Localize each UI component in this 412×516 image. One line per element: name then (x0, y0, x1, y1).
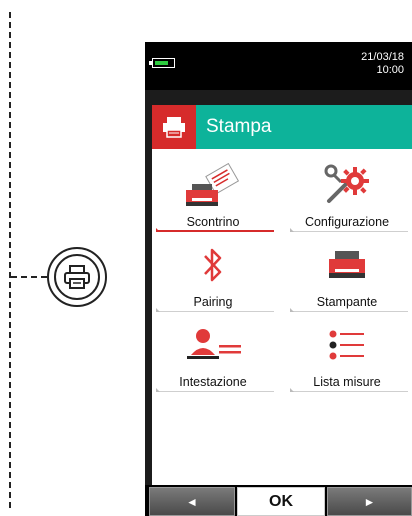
callout-dashed-horizontal-line (11, 276, 47, 278)
list-icon (329, 330, 364, 360)
settings-gear-wrench-icon (324, 164, 369, 203)
menu-item-lista-misure[interactable]: Lista misure (286, 319, 408, 392)
menu-item-configurazione[interactable]: Configurazione (286, 159, 408, 232)
callout-printer-badge (47, 247, 107, 307)
printer-icon (152, 105, 196, 149)
menu-item-label: Lista misure (313, 375, 381, 389)
title-bar: Stampa (152, 105, 412, 149)
arrow-left-icon: ◄ (186, 494, 198, 509)
ok-button[interactable]: OK (237, 487, 325, 516)
softkey-bar: ◄ OK ► (145, 485, 412, 516)
receipt-printer-icon (186, 162, 240, 206)
device-screen: 21/03/18 10:00 Stampa Scontrino Configur… (145, 42, 412, 516)
arrow-right-icon: ► (363, 494, 376, 509)
right-arrow-button[interactable]: ► (327, 487, 412, 516)
printer-icon (329, 251, 365, 278)
status-bar: 21/03/18 10:00 (145, 42, 412, 90)
status-time: 10:00 (376, 64, 404, 76)
callout-dashed-vertical-line (9, 12, 11, 508)
menu-item-label: Configurazione (304, 215, 390, 229)
battery-icon (149, 58, 175, 68)
left-arrow-button[interactable]: ◄ (149, 487, 235, 516)
bluetooth-icon (204, 248, 222, 282)
menu-item-label: Stampante (316, 295, 378, 309)
menu-item-label: Scontrino (186, 215, 240, 229)
menu-item-label: Intestazione (179, 375, 247, 389)
header-person-icon (187, 329, 241, 359)
page-title: Stampa (206, 116, 272, 137)
status-date: 21/03/18 (361, 51, 404, 63)
main-panel: Stampa Scontrino Configurazione Pairing … (152, 105, 412, 516)
menu-item-stampante[interactable]: Stampante (286, 239, 408, 312)
menu-item-scontrino[interactable]: Scontrino (152, 159, 274, 232)
menu-item-intestazione[interactable]: Intestazione (152, 319, 274, 392)
printer-icon (64, 265, 90, 289)
menu-item-label: Pairing (193, 295, 233, 309)
menu-item-pairing[interactable]: Pairing (152, 239, 274, 312)
